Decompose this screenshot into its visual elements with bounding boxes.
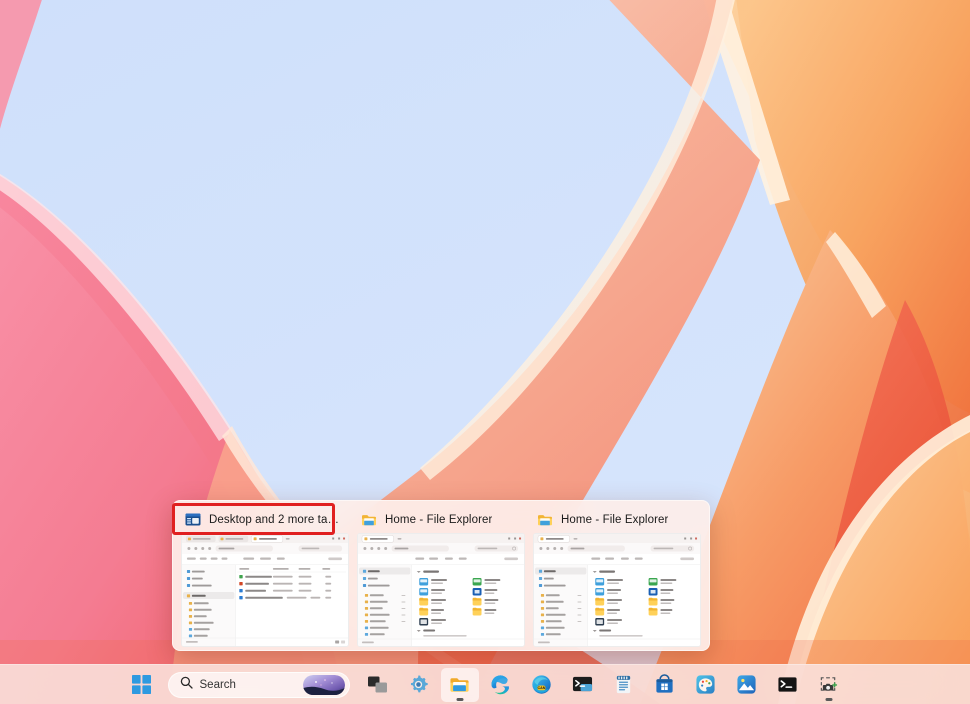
taskbar-item-task-view[interactable] bbox=[359, 668, 397, 702]
windows-logo-icon bbox=[132, 675, 151, 694]
start-button[interactable] bbox=[123, 668, 161, 702]
command-prompt-icon bbox=[777, 674, 798, 695]
taskbar-item-microsoft-store[interactable] bbox=[646, 668, 684, 702]
taskbar-item-paint[interactable] bbox=[687, 668, 725, 702]
paint-palette-icon bbox=[695, 674, 716, 695]
tile-title: Home - File Explorer bbox=[561, 514, 668, 526]
store-icon bbox=[654, 674, 675, 695]
task-switcher-tile[interactable]: Home - File Explorer bbox=[529, 507, 705, 647]
tile-title: Desktop and 2 more tabs - ... bbox=[209, 514, 345, 526]
photos-icon bbox=[736, 674, 757, 695]
tile-title: Home - File Explorer bbox=[385, 514, 492, 526]
taskbar-item-settings[interactable] bbox=[400, 668, 438, 702]
terminal-icon bbox=[572, 674, 593, 695]
taskbar-item-snipping-tool[interactable] bbox=[810, 668, 848, 702]
taskbar-item-photos[interactable] bbox=[728, 668, 766, 702]
tile-header: Desktop and 2 more tabs - ... bbox=[181, 507, 349, 533]
notepad-icon bbox=[613, 674, 634, 695]
settings-gear-icon bbox=[408, 674, 429, 695]
window-thumbnail[interactable] bbox=[357, 533, 525, 647]
taskbar-item-windows-terminal[interactable] bbox=[564, 668, 602, 702]
search-placeholder-text: Search bbox=[200, 679, 296, 691]
task-switcher-tile[interactable]: Home - File Explorer bbox=[353, 507, 529, 647]
task-switcher-panel[interactable]: Desktop and 2 more tabs - ... bbox=[172, 500, 710, 651]
file-explorer-folder-icon bbox=[449, 674, 470, 695]
svg-text:CAN: CAN bbox=[538, 686, 546, 690]
task-switcher-tile[interactable]: Desktop and 2 more tabs - ... bbox=[177, 507, 353, 647]
tile-header: Home - File Explorer bbox=[357, 507, 525, 533]
edge-icon bbox=[490, 674, 511, 695]
browser-window-icon bbox=[185, 512, 201, 528]
tile-header: Home - File Explorer bbox=[533, 507, 701, 533]
copilot-glow-icon[interactable] bbox=[303, 675, 345, 695]
task-view-icon bbox=[367, 674, 388, 695]
running-indicator bbox=[456, 698, 463, 701]
taskbar-item-notepad[interactable] bbox=[605, 668, 643, 702]
taskbar-item-command-prompt[interactable] bbox=[769, 668, 807, 702]
taskbar-item-edge[interactable] bbox=[482, 668, 520, 702]
search-input[interactable]: Search bbox=[168, 672, 350, 698]
snipping-tool-icon bbox=[818, 674, 839, 695]
file-explorer-folder-icon bbox=[537, 512, 553, 528]
file-explorer-folder-icon bbox=[361, 512, 377, 528]
taskbar-center-group: Search bbox=[123, 665, 848, 704]
window-thumbnail[interactable] bbox=[533, 533, 701, 647]
search-icon bbox=[180, 676, 193, 694]
edge-canary-icon: CAN bbox=[531, 674, 552, 695]
desktop: Desktop and 2 more tabs - ... bbox=[0, 0, 970, 704]
taskbar[interactable]: Search bbox=[0, 664, 970, 704]
running-indicator bbox=[825, 698, 832, 701]
taskbar-item-edge-canary[interactable]: CAN bbox=[523, 668, 561, 702]
taskbar-item-file-explorer[interactable] bbox=[441, 668, 479, 702]
window-thumbnail[interactable] bbox=[181, 533, 349, 647]
